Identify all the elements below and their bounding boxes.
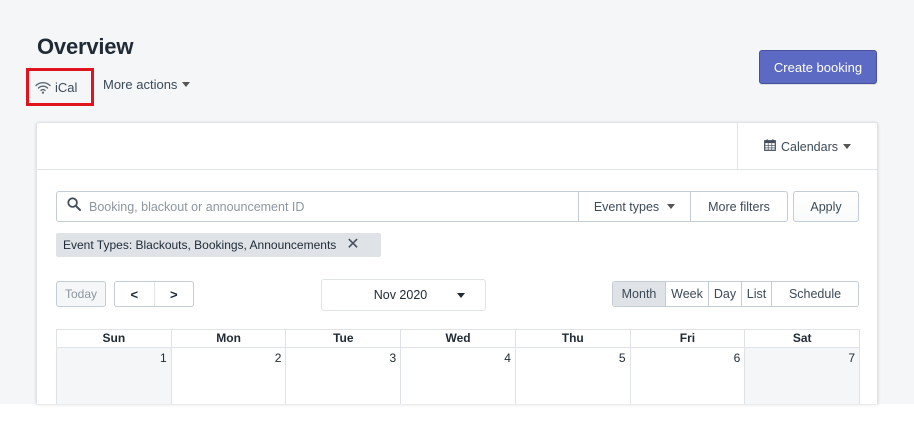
caret-down-icon	[667, 204, 676, 209]
caret-down-icon	[182, 82, 191, 87]
search-input[interactable]	[89, 199, 549, 214]
day-cell[interactable]: 6	[631, 348, 746, 404]
calendar-icon	[764, 139, 776, 154]
week-row: 1 2 3 4 5 6 7	[57, 348, 861, 404]
calendar-card: Calendars Event types More filters Apply…	[36, 122, 878, 404]
close-icon[interactable]: ✕	[346, 237, 359, 253]
prev-next-group: < >	[114, 281, 194, 307]
more-filters-button[interactable]: More filters	[690, 191, 788, 222]
month-calendar-grid: Sun Mon Tue Wed Thu Fri Sat 1 2 3 4 5 6 …	[56, 329, 861, 404]
weekday-header: Sat	[745, 330, 861, 347]
active-filter-tag: Event Types: Blackouts, Bookings, Announ…	[56, 233, 381, 257]
weekday-header: Mon	[172, 330, 287, 347]
day-cell[interactable]: 5	[516, 348, 631, 404]
weekday-header: Tue	[286, 330, 402, 347]
page-title: Overview	[37, 34, 134, 59]
create-booking-button[interactable]: Create booking	[759, 50, 877, 84]
today-button[interactable]: Today	[56, 281, 106, 307]
day-cell[interactable]: 3	[286, 348, 402, 404]
bottom-strip	[0, 404, 914, 421]
event-types-label: Event types	[593, 199, 660, 214]
next-month-button[interactable]: >	[153, 282, 194, 306]
wifi-icon	[35, 81, 51, 94]
search-icon	[67, 197, 81, 216]
view-day-button[interactable]: Day	[708, 282, 741, 306]
day-cell[interactable]: 7	[745, 348, 861, 404]
apply-button[interactable]: Apply	[793, 191, 859, 222]
view-week-button[interactable]: Week	[665, 282, 708, 306]
prev-month-button[interactable]: <	[115, 282, 154, 306]
month-select[interactable]: Nov 2020	[321, 279, 486, 311]
view-list-button[interactable]: List	[741, 282, 771, 306]
filter-tag-label: Event Types: Blackouts, Bookings, Announ…	[63, 238, 337, 252]
day-cell[interactable]: 2	[172, 348, 287, 404]
card-header: Calendars	[37, 123, 877, 170]
search-field[interactable]	[56, 191, 579, 222]
month-select-value: Nov 2020	[373, 288, 428, 302]
view-month-button[interactable]: Month	[613, 282, 665, 306]
calendars-dropdown[interactable]: Calendars	[737, 123, 877, 170]
view-schedule-button[interactable]: Schedule	[771, 282, 858, 306]
calendars-label: Calendars	[781, 139, 838, 154]
day-cell[interactable]: 4	[401, 348, 516, 404]
caret-down-icon	[842, 144, 851, 149]
ical-label: iCal	[55, 79, 78, 95]
weekday-header-row: Sun Mon Tue Wed Thu Fri Sat	[57, 330, 861, 348]
weekday-header: Fri	[631, 330, 746, 347]
weekday-header: Thu	[516, 330, 631, 347]
event-types-dropdown[interactable]: Event types	[578, 191, 691, 222]
more-actions-dropdown[interactable]: More actions	[103, 77, 191, 92]
ical-link[interactable]: iCal	[26, 68, 94, 106]
weekday-header: Wed	[401, 330, 516, 347]
more-actions-label: More actions	[103, 77, 178, 92]
caret-down-icon	[457, 292, 466, 298]
weekday-header: Sun	[57, 330, 172, 347]
view-switcher: Month Week Day List Schedule	[612, 281, 859, 307]
day-cell[interactable]: 1	[57, 348, 172, 404]
